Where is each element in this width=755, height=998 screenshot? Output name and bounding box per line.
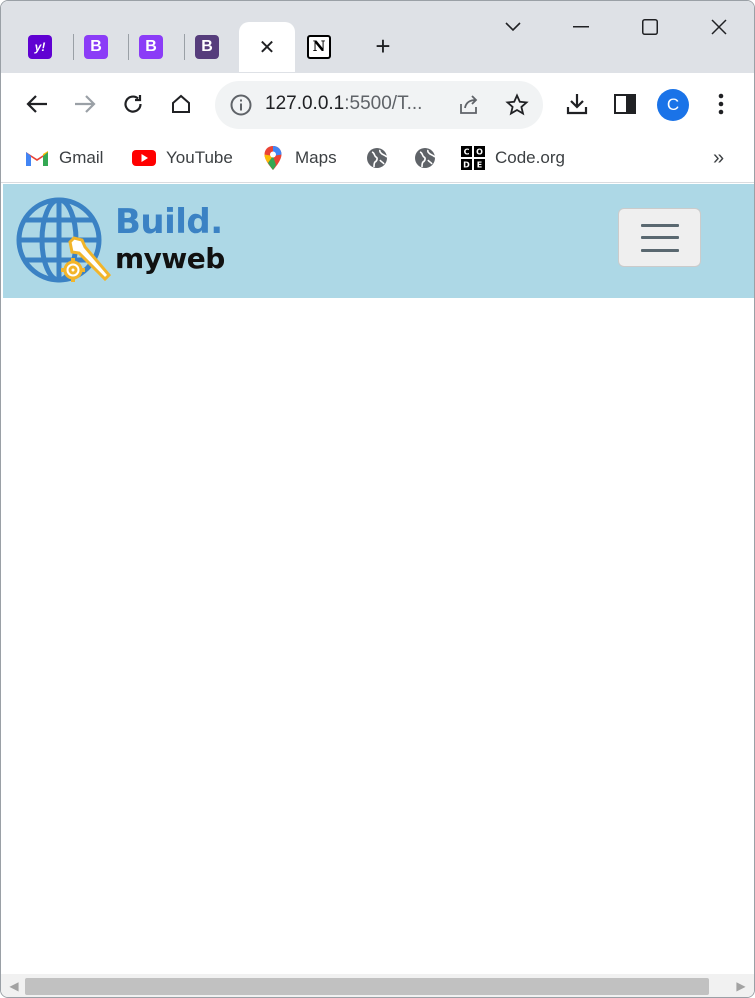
bookmark-label: Maps — [295, 148, 337, 167]
chevron-double-right-icon: » — [713, 146, 725, 169]
brand-subtitle: myweb — [115, 242, 225, 275]
bootstrap-icon: B — [195, 35, 219, 59]
brand-logo[interactable]: Build. myweb — [15, 196, 235, 288]
address-bar[interactable]: 127.0.0.1:5500/T... — [215, 81, 543, 129]
share-icon[interactable] — [457, 93, 481, 122]
brand-title: Build. — [115, 202, 223, 242]
menu-kebab-icon[interactable] — [705, 88, 737, 120]
gmail-icon — [25, 146, 49, 170]
url-path: :5500/T... — [344, 93, 423, 114]
scroll-right-icon[interactable]: ▶ — [734, 979, 748, 993]
tab-yahoo[interactable]: y! — [12, 22, 68, 72]
bookmark-youtube[interactable]: YouTube — [132, 145, 233, 171]
profile-avatar[interactable]: C — [657, 89, 689, 121]
bookmark-star-icon[interactable] — [505, 93, 529, 122]
bookmarks-bar: Gmail YouTube Maps CODE Code.org » — [1, 135, 754, 183]
browser-window: y! B B B ✕ N + 127.0.0.1:5500/T... C Gma… — [0, 0, 755, 998]
svg-text:D: D — [463, 161, 470, 170]
tab-strip: y! B B B ✕ N + — [1, 1, 754, 73]
tab-active[interactable]: ✕ — [239, 22, 295, 72]
tab-bootstrap-3[interactable]: B — [179, 22, 235, 72]
close-window-icon[interactable] — [705, 13, 733, 41]
browser-toolbar: 127.0.0.1:5500/T... C — [1, 73, 754, 135]
horizontal-scrollbar[interactable]: ◀ ▶ — [1, 974, 754, 997]
globe-wrench-icon — [16, 197, 112, 283]
bookmark-code-org[interactable]: CODE Code.org — [461, 145, 565, 171]
globe-icon — [413, 146, 437, 170]
tab-search-icon[interactable] — [499, 13, 527, 41]
youtube-icon — [132, 146, 156, 170]
bookmark-label: Gmail — [59, 148, 104, 167]
reload-icon[interactable] — [117, 88, 149, 120]
bookmark-maps[interactable]: Maps — [261, 145, 337, 171]
more-bookmarks-button[interactable]: » — [713, 145, 724, 171]
code-org-icon: CODE — [461, 146, 485, 170]
url-host: 127.0.0.1 — [265, 93, 345, 114]
svg-text:O: O — [476, 148, 483, 157]
maximize-icon[interactable] — [636, 13, 664, 41]
svg-text:E: E — [477, 161, 482, 170]
svg-text:C: C — [464, 148, 470, 157]
yahoo-icon: y! — [28, 35, 52, 59]
download-icon[interactable] — [561, 88, 593, 120]
page-viewport: Build. myweb — [3, 184, 754, 974]
new-tab-button[interactable]: + — [371, 33, 395, 59]
hamburger-menu-icon — [640, 223, 679, 252]
bookmark-globe-2[interactable] — [413, 145, 437, 171]
tab-bootstrap-2[interactable]: B — [123, 22, 179, 72]
scrollbar-thumb[interactable] — [25, 978, 709, 995]
tab-bootstrap-1[interactable]: B — [68, 22, 124, 72]
close-tab-icon[interactable]: ✕ — [259, 35, 276, 60]
minimize-icon[interactable] — [567, 13, 595, 41]
globe-icon — [365, 146, 389, 170]
home-icon[interactable] — [165, 88, 197, 120]
navbar-toggler-button[interactable] — [618, 208, 701, 267]
bookmark-gmail[interactable]: Gmail — [25, 145, 103, 171]
notion-icon: N — [307, 35, 331, 59]
site-info-icon[interactable] — [229, 93, 253, 122]
site-navbar: Build. myweb — [3, 184, 754, 298]
side-panel-icon[interactable] — [609, 88, 641, 120]
bootstrap-icon: B — [139, 35, 163, 59]
forward-icon[interactable] — [69, 88, 101, 120]
url-text[interactable]: 127.0.0.1:5500/T... — [265, 93, 422, 115]
scroll-left-icon[interactable]: ◀ — [7, 979, 21, 993]
bookmark-label: YouTube — [166, 148, 233, 167]
maps-icon — [261, 146, 285, 170]
bookmark-globe-1[interactable] — [365, 145, 389, 171]
back-icon[interactable] — [21, 88, 53, 120]
tab-notion[interactable]: N — [291, 22, 347, 72]
bootstrap-icon: B — [84, 35, 108, 59]
bookmark-label: Code.org — [495, 148, 565, 167]
